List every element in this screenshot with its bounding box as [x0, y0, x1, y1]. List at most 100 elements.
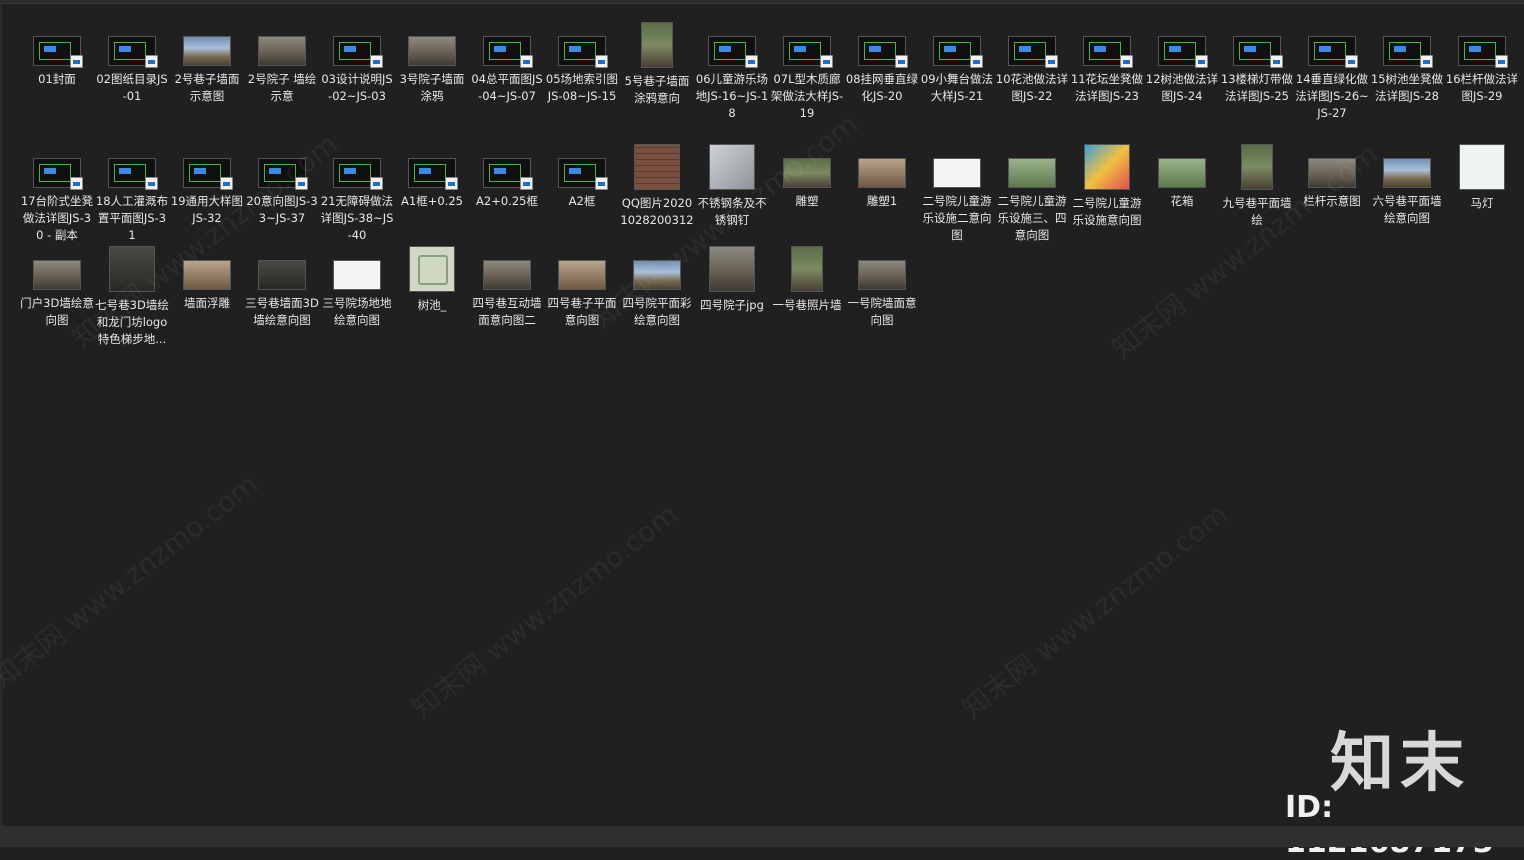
file-thumbnail — [783, 34, 833, 68]
file-thumbnail — [408, 246, 456, 292]
file-item[interactable]: A2框 — [545, 156, 619, 210]
status-bar — [0, 826, 1524, 847]
file-thumbnail — [1233, 144, 1281, 190]
top-border — [0, 0, 1524, 4]
file-thumbnail — [858, 34, 908, 68]
file-item[interactable]: 11花坛坐凳做法详图JS-23 — [1070, 34, 1144, 105]
file-item[interactable]: 三号院场地地绘意向图 — [320, 258, 394, 329]
file-type-badge-icon — [1045, 55, 1058, 68]
file-name: 02图纸目录JS-01 — [96, 72, 168, 103]
file-item[interactable]: 树池_ — [395, 246, 469, 314]
image-preview-icon — [1241, 144, 1273, 190]
watermark-text: 知末网 www.znzmo.com — [405, 497, 685, 726]
image-preview-icon — [409, 246, 455, 292]
file-name: 21无障碍做法详图JS-38~JS-40 — [320, 194, 394, 242]
file-item[interactable]: 05场地索引图JS-08~JS-15 — [545, 34, 619, 105]
image-preview-icon — [33, 260, 81, 290]
image-preview-icon — [558, 260, 606, 290]
file-name: 10花池做法详图JS-22 — [995, 72, 1069, 103]
image-preview-icon — [858, 260, 906, 290]
file-name: A1框+0.25 — [401, 194, 463, 208]
file-item[interactable]: 14垂直绿化做法详图JS-26~JS-27 — [1295, 34, 1369, 122]
file-thumbnail — [633, 22, 681, 68]
file-item[interactable]: 雕塑1 — [845, 156, 919, 210]
file-type-badge-icon — [1420, 55, 1433, 68]
file-thumbnail — [333, 34, 383, 68]
image-preview-icon — [1383, 158, 1431, 188]
file-type-badge-icon — [595, 177, 608, 190]
image-preview-icon — [1459, 144, 1505, 190]
file-item[interactable]: 四号巷互动墙面意向图二 — [470, 258, 544, 329]
file-item[interactable]: 10花池做法详图JS-22 — [995, 34, 1069, 105]
file-name: 二号院儿童游乐设施意向图 — [1072, 196, 1142, 227]
file-type-badge-icon — [895, 55, 908, 68]
image-preview-icon — [634, 144, 680, 190]
file-thumbnail — [708, 34, 758, 68]
file-name: 一号院墙面意向图 — [847, 296, 917, 327]
file-item[interactable]: A1框+0.25 — [395, 156, 469, 210]
file-thumbnail — [483, 34, 533, 68]
file-name: 三号巷墙面3D墙绘意向图 — [245, 296, 319, 327]
file-item[interactable]: 三号巷墙面3D墙绘意向图 — [245, 258, 319, 329]
file-type-badge-icon — [370, 177, 383, 190]
file-item[interactable]: 21无障碍做法详图JS-38~JS-40 — [320, 156, 394, 244]
file-item[interactable]: QQ图片20201028200312 — [620, 144, 694, 229]
file-item[interactable]: 二号院儿童游乐设施二意向图 — [920, 156, 994, 244]
file-item[interactable]: 5号巷子墙面涂鸦意向 — [620, 22, 694, 107]
file-item[interactable]: 04总平面图JS-04~JS-07 — [470, 34, 544, 105]
file-item[interactable]: 16栏杆做法详图JS-29 — [1445, 34, 1519, 105]
file-item[interactable]: 09小舞台做法大样JS-21 — [920, 34, 994, 105]
file-item[interactable]: 3号院子墙面涂鸦 — [395, 34, 469, 105]
file-item[interactable]: 01封面 — [20, 34, 94, 88]
file-item[interactable]: 一号院墙面意向图 — [845, 258, 919, 329]
file-thumbnail — [858, 258, 906, 290]
file-item[interactable]: 12树池做法详图JS-24 — [1145, 34, 1219, 105]
file-thumbnail — [333, 156, 383, 190]
file-item[interactable]: 13楼梯灯带做法详图JS-25 — [1220, 34, 1294, 105]
file-item[interactable]: 03设计说明JS-02~JS-03 — [320, 34, 394, 105]
file-name: 16栏杆做法详图JS-29 — [1445, 72, 1519, 103]
file-type-badge-icon — [820, 55, 833, 68]
file-thumbnail — [1458, 34, 1508, 68]
file-thumbnail — [408, 34, 456, 66]
file-thumbnail — [483, 258, 531, 290]
file-name: 06儿童游乐场地JS-16~JS-18 — [695, 72, 769, 120]
file-item[interactable]: 15树池坐凳做法详图JS-28 — [1370, 34, 1444, 105]
file-thumbnail — [333, 258, 381, 290]
file-name: 六号巷平面墙绘意向图 — [1372, 194, 1442, 225]
file-item[interactable]: 2号院子 墙绘示意 — [245, 34, 319, 105]
file-type-badge-icon — [70, 55, 83, 68]
file-item[interactable]: 二号院儿童游乐设施意向图 — [1070, 144, 1144, 229]
file-item[interactable]: 马灯 — [1445, 144, 1519, 212]
image-preview-icon — [258, 36, 306, 66]
file-item[interactable]: 17台阶式坐凳做法详图JS-30 - 副本 — [20, 156, 94, 244]
file-item[interactable]: 18人工灌溉布置平面图JS-31 — [95, 156, 169, 244]
file-thumbnail — [633, 144, 681, 190]
file-thumbnail — [1383, 34, 1433, 68]
file-item[interactable]: 二号院儿童游乐设施三、四意向图 — [995, 156, 1069, 244]
file-item[interactable]: 02图纸目录JS-01 — [95, 34, 169, 105]
file-item[interactable]: 一号巷照片墙 — [770, 246, 844, 314]
file-name: 一号巷照片墙 — [772, 298, 842, 312]
file-thumbnail — [33, 156, 83, 190]
file-item[interactable]: 花箱 — [1145, 156, 1219, 210]
file-thumbnail — [183, 34, 231, 66]
image-preview-icon — [483, 260, 531, 290]
file-name: 2号院子 墙绘示意 — [247, 72, 317, 103]
file-type-badge-icon — [520, 177, 533, 190]
file-name: QQ图片20201028200312 — [620, 196, 694, 227]
file-thumbnail — [1458, 144, 1506, 190]
file-thumbnail — [108, 34, 158, 68]
file-name: 18人工灌溉布置平面图JS-31 — [95, 194, 169, 242]
file-item[interactable]: 06儿童游乐场地JS-16~JS-18 — [695, 34, 769, 122]
file-item[interactable]: 2号巷子墙面示意图 — [170, 34, 244, 105]
file-name: 11花坛坐凳做法详图JS-23 — [1070, 72, 1144, 103]
file-thumbnail — [708, 246, 756, 292]
file-name: 12树池做法详图JS-24 — [1145, 72, 1219, 103]
file-item[interactable]: A2+0.25框 — [470, 156, 544, 210]
watermark-id: ID: 1121687173 — [1285, 790, 1494, 860]
file-thumbnail — [408, 156, 458, 190]
file-item[interactable]: 08挂网垂直绿化JS-20 — [845, 34, 919, 105]
file-name: 二号院儿童游乐设施二意向图 — [922, 194, 992, 242]
file-thumbnail — [1233, 34, 1283, 68]
